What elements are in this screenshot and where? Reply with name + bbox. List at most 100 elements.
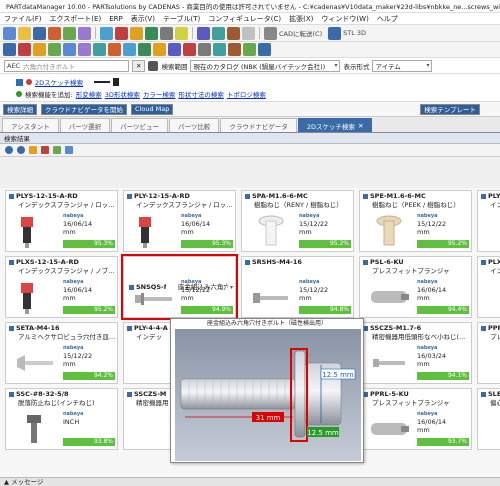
dim-length-label: 31 mm <box>256 414 281 422</box>
table-icon[interactable] <box>145 26 158 40</box>
cad-transfer-label[interactable]: CADに転送(C) <box>279 28 322 38</box>
filter-icon[interactable] <box>115 26 128 40</box>
forward-icon[interactable] <box>17 146 25 154</box>
search-icon[interactable] <box>148 60 159 71</box>
export-icon[interactable] <box>227 26 240 40</box>
list-icon[interactable] <box>123 43 136 56</box>
folder-open-icon[interactable] <box>33 43 46 56</box>
refresh-icon[interactable] <box>213 43 226 56</box>
back-icon[interactable] <box>5 146 13 154</box>
mode-select[interactable]: アイテム <box>372 59 433 72</box>
menu-extensions[interactable]: 拡張(X) <box>289 14 313 24</box>
result-card[interactable]: SETA-M4-16 アルミヘクサロビュラ穴付き皿... nabeya 15/12… <box>5 322 118 384</box>
menu-window[interactable]: ウィンドウ(W) <box>321 14 368 24</box>
measure-icon[interactable] <box>212 26 225 40</box>
cad-icon[interactable] <box>264 26 277 40</box>
preview-popup: 座金組込み六角穴付きボルト（磁性検出用） 31 mm 12.5 mm 12.5 … <box>170 318 364 463</box>
result-card[interactable]: SPA-M1.6-6-MC 樹脂ねじ（RENY / 樹脂ねじ） nabeya 15… <box>241 190 354 252</box>
tab-part-compare[interactable]: パーツ比較 <box>169 118 220 132</box>
search-func-1[interactable]: 3D形状検索 <box>105 89 140 99</box>
preview-3d-view[interactable]: 31 mm 12.5 mm 12.5 mm <box>175 329 361 461</box>
result-card[interactable]: PSL-6-KU プレスフィットプランジャ nabeya 16/06/14 mm 9… <box>359 256 472 318</box>
close-icon[interactable]: ✕ <box>358 122 363 130</box>
light-icon[interactable] <box>175 26 188 40</box>
settings-icon[interactable] <box>160 26 173 40</box>
stl-icon[interactable] <box>328 26 342 40</box>
bookmark-icon[interactable] <box>41 146 49 154</box>
search-func-0[interactable]: 形変検索 <box>76 89 102 99</box>
copy-icon[interactable] <box>63 43 76 56</box>
lock-icon[interactable] <box>198 43 211 56</box>
result-card[interactable]: PLYS インデ <box>477 190 500 252</box>
search-placeholder: 六角穴付きボルト <box>23 62 76 71</box>
star-icon[interactable] <box>130 26 143 40</box>
view-mode-icon[interactable] <box>65 146 73 154</box>
result-card[interactable]: PLXS-12-15-A-RD インデックスプランジャ / ノブ... nabe… <box>5 256 118 318</box>
menu-configurator[interactable]: コンフィギュレータ(C) <box>208 14 281 24</box>
result-card[interactable]: SSCZS-M1.7-6 精密機器用低頭形なべ小ねじ(... nabeya 16/… <box>359 322 472 384</box>
tab-part-view[interactable]: パーツビュー <box>111 118 168 132</box>
menu-erp[interactable]: ERP <box>109 15 123 23</box>
tag-icon[interactable] <box>153 43 166 56</box>
sketch-link[interactable]: 2Dスケッチ検索 <box>35 77 83 87</box>
result-card[interactable]: PLYS-12-15-A-RD インデックスプランジャ / ロッ... nabe… <box>5 190 118 252</box>
save-icon[interactable] <box>33 26 46 40</box>
cloud-nav-button[interactable]: クラウドナビゲータを開始 <box>41 103 127 115</box>
details-button[interactable]: 検索詳細 <box>3 103 37 115</box>
dim-diameter-label: 12.5 mm <box>322 371 354 379</box>
image-icon[interactable] <box>138 43 151 56</box>
tab-cloud-nav[interactable]: クラウドナビゲータ <box>220 118 297 132</box>
search-func-4[interactable]: トポロジ検索 <box>227 89 266 99</box>
result-card[interactable]: SPE-M1.6-6-MC 樹脂ねじ（PEEK / 樹脂ねじ） nabeya 15… <box>359 190 472 252</box>
result-card[interactable]: PLY-12-15-A-RD インデックスプランジャ / ロッ... nabey… <box>123 190 236 252</box>
export-icon[interactable] <box>53 146 61 154</box>
menu-table[interactable]: テーブル(T) <box>163 14 200 24</box>
delete-icon[interactable] <box>18 43 31 56</box>
search-input[interactable]: AEC 六角穴付きボルト <box>4 59 129 72</box>
chart-icon[interactable] <box>108 43 121 56</box>
folder-icon[interactable] <box>29 146 37 154</box>
tab-part-select[interactable]: パーツ選択 <box>59 118 111 132</box>
folder-icon[interactable] <box>18 26 31 40</box>
paste-icon[interactable] <box>78 43 91 56</box>
result-card[interactable]: PLX- インデ <box>477 256 500 318</box>
tab-2d-sketch[interactable]: 2Dスケッチ検索 ✕ <box>297 118 373 132</box>
search-func-3[interactable]: 形状寸法の検索 <box>178 89 224 99</box>
add-icon <box>16 91 22 97</box>
home-icon[interactable] <box>3 43 16 56</box>
result-card[interactable]: SRSHS-M4-16 nabeya 15/12/22 mm 94.8% <box>241 256 354 318</box>
tree-icon[interactable] <box>63 26 76 40</box>
pin-icon[interactable] <box>183 43 196 56</box>
menu-file[interactable]: ファイル(F) <box>4 14 42 24</box>
preview-title: 座金組込み六角穴付きボルト（磁性検出用） <box>206 320 327 327</box>
search-clear-button[interactable]: ✕ <box>132 59 146 72</box>
template-button[interactable]: 検索テンプレート <box>420 103 480 115</box>
cube-icon[interactable] <box>48 26 61 40</box>
result-card[interactable]: PPRL プレ <box>477 322 500 384</box>
window-icon[interactable] <box>258 43 271 56</box>
range-select[interactable]: 現在のカタログ (NBK (鍋屋バイテック会社)) <box>190 59 341 72</box>
menu-help[interactable]: ヘルプ <box>377 14 398 24</box>
search-icon[interactable] <box>100 26 113 40</box>
result-card-selected[interactable]: SNSQS-M6-25-PM 座金組込み六角穴付きボルト（... nabeya1… <box>121 254 238 320</box>
result-card[interactable]: PPRL-5-KU プレスフィットプランジャ nabeya 16/06/14 mm … <box>359 388 472 450</box>
grid-icon[interactable] <box>78 26 91 40</box>
print-icon[interactable] <box>242 26 255 40</box>
layers-icon[interactable] <box>243 43 256 56</box>
menu-export[interactable]: エクスポート(E) <box>50 14 102 24</box>
sketch-checkbox[interactable] <box>16 78 23 86</box>
stl-label[interactable]: STL 3D <box>343 29 366 37</box>
cloud-map-button[interactable]: Cloud Map <box>131 103 174 115</box>
result-card[interactable]: SLEC 偏心 <box>477 388 500 450</box>
view-icon[interactable] <box>197 26 210 40</box>
search-func-2[interactable]: カラー検索 <box>143 89 176 99</box>
link-icon[interactable] <box>93 43 106 56</box>
new-icon[interactable] <box>3 26 16 40</box>
compare-icon[interactable] <box>168 43 181 56</box>
check-icon[interactable] <box>48 43 61 56</box>
menu-view[interactable]: 表示(V) <box>131 14 155 24</box>
tab-assistant[interactable]: アシスタント <box>2 118 59 132</box>
title-bar: PARTdataManager 10.00 - PARTsolutions by… <box>0 0 500 13</box>
zoom-icon[interactable] <box>228 43 241 56</box>
result-card[interactable]: SSC-#8-32-5/8 脱落防止ねじ(インチねじ) nabeya INCH 9… <box>5 388 118 450</box>
